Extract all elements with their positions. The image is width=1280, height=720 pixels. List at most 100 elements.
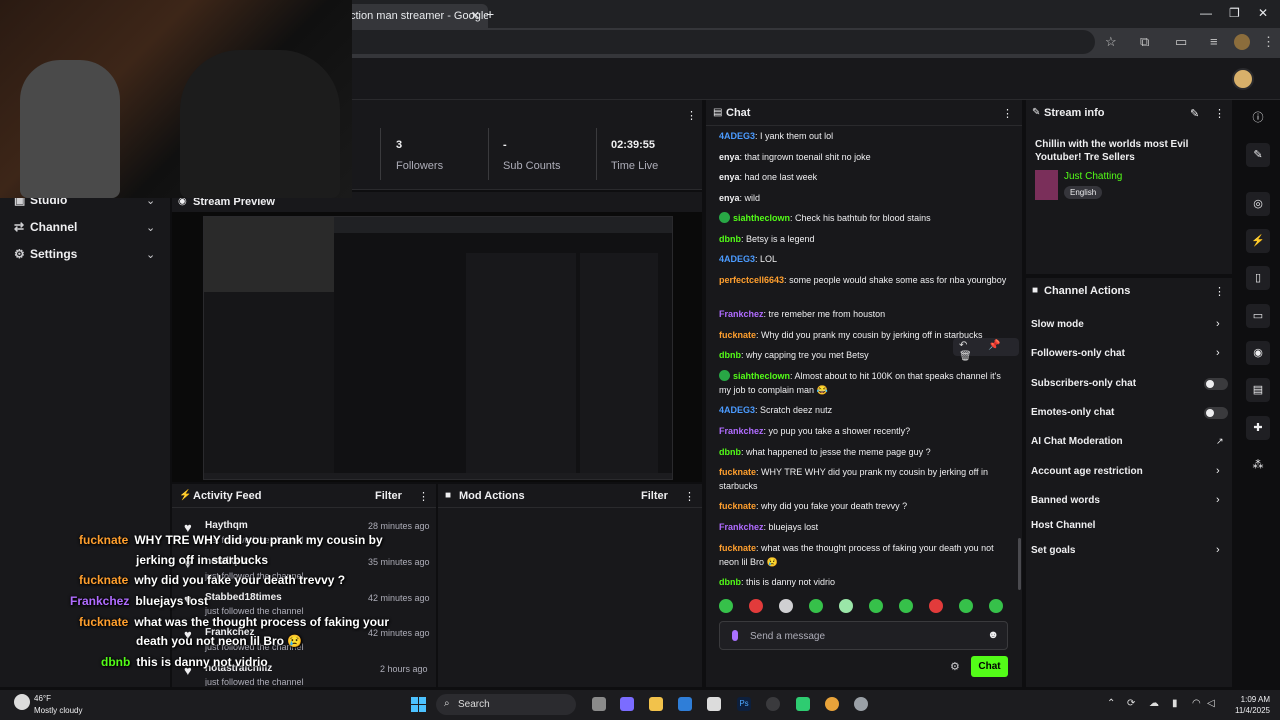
chevron-right-icon[interactable]: ›: [1216, 318, 1220, 330]
obs-icon[interactable]: [766, 697, 780, 711]
app-icon[interactable]: [796, 697, 810, 711]
pencil-icon[interactable]: ✎: [1246, 143, 1270, 167]
emote-icon[interactable]: [749, 599, 763, 613]
bolt-icon[interactable]: ⚡: [1246, 229, 1270, 253]
wrench-icon[interactable]: ✚: [1246, 416, 1270, 440]
mod-filter-button[interactable]: Filter: [641, 490, 668, 502]
activity-user[interactable]: Stabbed18times: [205, 592, 282, 603]
document-icon[interactable]: ▯: [1246, 266, 1270, 290]
activity-filter-button[interactable]: Filter: [375, 490, 402, 502]
microphone-icon[interactable]: [732, 630, 738, 641]
store-icon[interactable]: [678, 697, 692, 711]
category-thumbnail[interactable]: [1035, 170, 1058, 200]
browser-menu-icon[interactable]: ⋮: [1262, 34, 1275, 50]
emote-icon[interactable]: [719, 599, 733, 613]
weather-widget[interactable]: 46°F Mostly cloudy: [14, 693, 114, 717]
bookmark-star-icon[interactable]: ☆: [1105, 34, 1117, 50]
chat-scrollbar[interactable]: [1018, 538, 1021, 590]
action-host-channel[interactable]: Host Channel: [1031, 520, 1095, 531]
file-explorer-icon[interactable]: [649, 697, 663, 711]
chat-input[interactable]: Send a message ☻: [719, 621, 1008, 650]
sub-count-label: Sub Counts: [503, 160, 561, 172]
broadcast-icon[interactable]: ◉: [1246, 341, 1270, 365]
chevron-down-icon[interactable]: ⌄: [146, 221, 155, 234]
emote-icon[interactable]: [809, 599, 823, 613]
copilot-icon[interactable]: [620, 697, 634, 711]
chat-bubble-icon[interactable]: ▭: [1246, 304, 1270, 328]
chrome-icon[interactable]: [825, 697, 839, 711]
stream-preview-video[interactable]: [203, 216, 673, 480]
chevron-right-icon[interactable]: ›: [1216, 544, 1220, 556]
emote-icon[interactable]: [779, 599, 793, 613]
external-link-icon[interactable]: ↗: [1216, 436, 1224, 447]
nav-item-channel[interactable]: ⇄ Channel: [14, 220, 77, 234]
activity-user[interactable]: Haythqm: [205, 520, 248, 531]
cast-icon[interactable]: ▭: [1175, 34, 1187, 50]
more-options-icon[interactable]: ⋮: [686, 109, 697, 122]
taskbar-search[interactable]: ⌕ Search: [436, 694, 576, 715]
emote-icon[interactable]: [989, 599, 1003, 613]
activity-time: 28 minutes ago: [368, 521, 430, 531]
emoji-icon[interactable]: ☻: [987, 629, 999, 641]
more-options-icon[interactable]: ⋮: [1214, 285, 1225, 298]
chevron-right-icon[interactable]: ›: [1216, 465, 1220, 477]
close-window-icon[interactable]: ✕: [1258, 6, 1268, 20]
browser-tab[interactable]: ction man streamer - Google ✕: [340, 4, 488, 28]
action-account-age[interactable]: Account age restriction: [1031, 466, 1143, 477]
layout-icon[interactable]: ▤: [1246, 378, 1270, 402]
edit-icon[interactable]: ✎: [1190, 107, 1199, 120]
app-icon[interactable]: [707, 697, 721, 711]
more-options-icon[interactable]: ⋮: [418, 490, 429, 503]
chat-send-button[interactable]: Chat: [971, 656, 1008, 677]
system-clock[interactable]: 1:09 AM 11/4/2025: [1222, 694, 1270, 716]
windows-start-icon[interactable]: [411, 697, 427, 713]
action-ai-moderation[interactable]: AI Chat Moderation: [1031, 436, 1123, 447]
sync-icon[interactable]: ⟳: [1127, 698, 1135, 709]
microphone-icon[interactable]: ▮: [1172, 698, 1178, 709]
subscribers-only-toggle[interactable]: [1204, 378, 1228, 390]
wifi-icon[interactable]: ◠: [1192, 698, 1201, 709]
nav-item-settings[interactable]: ⚙ Settings: [14, 247, 77, 261]
maximize-icon[interactable]: ❐: [1229, 6, 1240, 20]
action-banned-words[interactable]: Banned words: [1031, 495, 1100, 506]
browser-profile-avatar[interactable]: [1234, 34, 1250, 50]
action-slow-mode[interactable]: Slow mode: [1031, 319, 1084, 330]
preview-browser-bar: [334, 217, 672, 233]
cloud-icon[interactable]: ☁: [1149, 698, 1159, 709]
task-view-icon[interactable]: [592, 697, 606, 711]
emote-icon[interactable]: [839, 599, 853, 613]
info-icon[interactable]: ⓘ: [1246, 106, 1270, 130]
user-avatar[interactable]: [1232, 68, 1254, 90]
record-icon[interactable]: ◎: [1246, 192, 1270, 216]
close-tab-icon[interactable]: ✕: [471, 9, 480, 22]
volume-icon[interactable]: ◁: [1207, 698, 1215, 709]
media-control-icon[interactable]: ≡: [1210, 34, 1218, 49]
chat-message: Frankchez: tre remeber me from houston: [719, 309, 886, 319]
message-actions[interactable]: ↶ 📌 🗑: [953, 338, 1019, 362]
chevron-down-icon[interactable]: ⌄: [146, 248, 155, 261]
stream-category[interactable]: Just Chatting: [1064, 171, 1122, 182]
activity-time: 35 minutes ago: [368, 557, 430, 567]
chevron-up-icon[interactable]: ⌃: [1107, 698, 1115, 709]
apps-icon[interactable]: ⁂: [1246, 453, 1270, 477]
action-followers-only[interactable]: Followers-only chat: [1031, 348, 1125, 359]
chevron-right-icon[interactable]: ›: [1216, 494, 1220, 506]
emote-icon[interactable]: [959, 599, 973, 613]
emote-icon[interactable]: [869, 599, 883, 613]
chat-settings-icon[interactable]: ⚙: [950, 660, 960, 673]
photoshop-icon[interactable]: Ps: [737, 697, 751, 711]
emote-icon[interactable]: [899, 599, 913, 613]
minimize-icon[interactable]: —: [1200, 6, 1212, 20]
chat-message: siahtheclown: Almost about to hit 100K o…: [719, 370, 1001, 395]
settings-app-icon[interactable]: [854, 697, 868, 711]
more-options-icon[interactable]: ⋮: [684, 490, 695, 503]
new-tab-icon[interactable]: +: [486, 6, 494, 22]
chat-header: ▤ Chat ⋮: [706, 100, 1022, 126]
more-options-icon[interactable]: ⋮: [1214, 107, 1225, 120]
emotes-only-toggle[interactable]: [1204, 407, 1228, 419]
extensions-icon[interactable]: ⧉: [1140, 34, 1149, 50]
more-options-icon[interactable]: ⋮: [1002, 107, 1013, 120]
chevron-right-icon[interactable]: ›: [1216, 347, 1220, 359]
action-set-goals[interactable]: Set goals: [1031, 545, 1075, 556]
emote-icon[interactable]: [929, 599, 943, 613]
